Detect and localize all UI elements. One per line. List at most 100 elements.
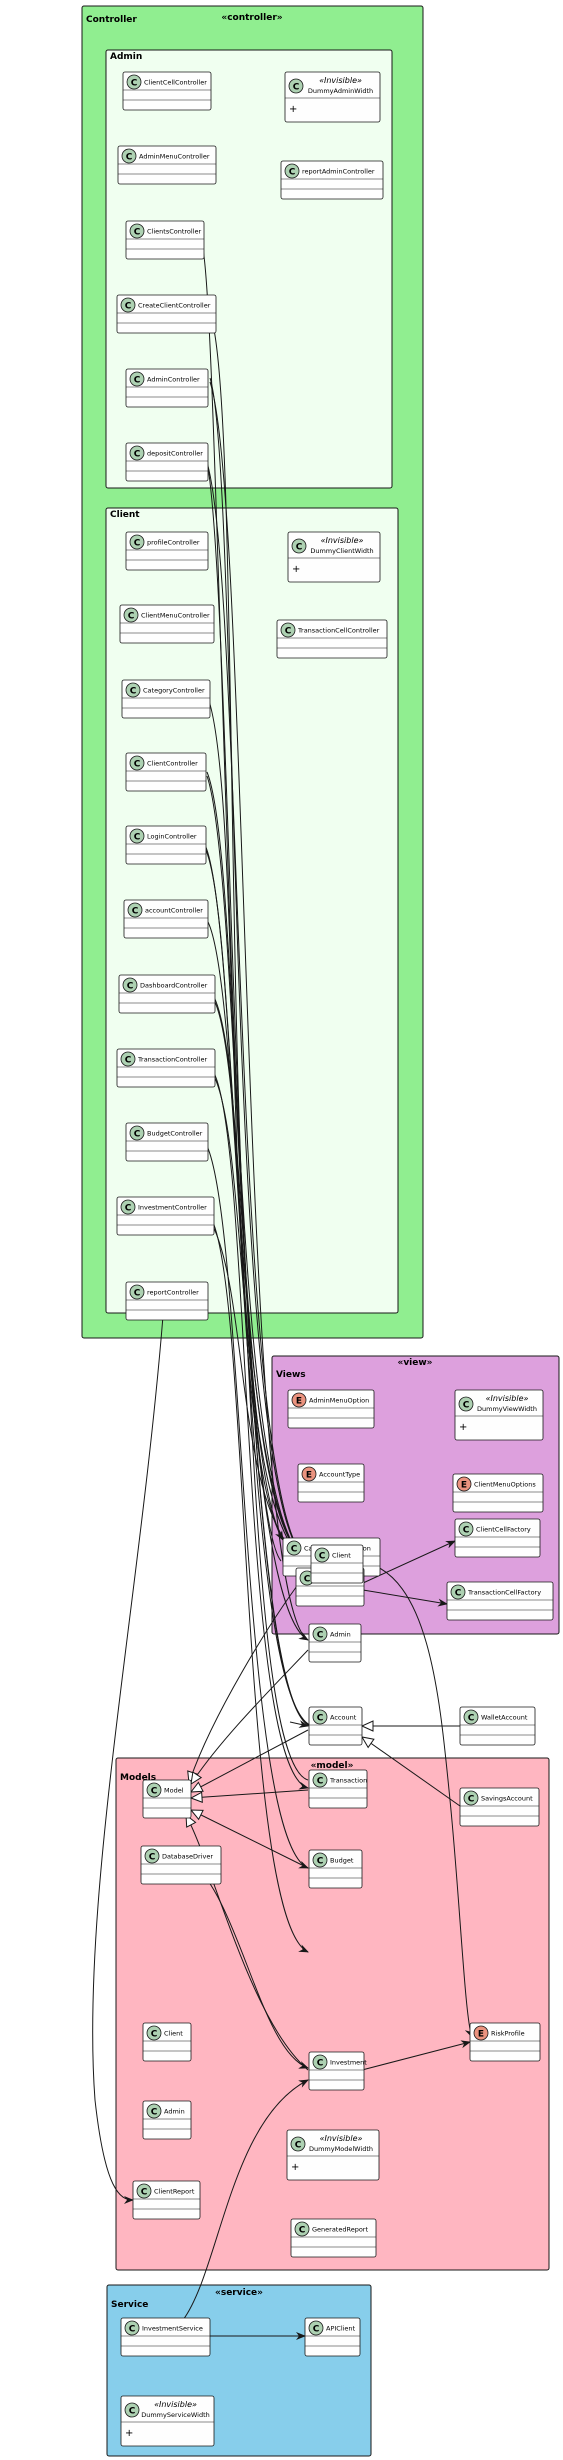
badge-letter: C: [317, 1857, 324, 1867]
class-member: +: [289, 104, 297, 115]
class-name: AdminMenuOption: [309, 1397, 369, 1405]
class-account-type[interactable]: E AccountType: [297, 1463, 365, 1503]
badge-letter: E: [306, 1471, 312, 1481]
class-member: +: [292, 564, 300, 575]
class-clients-controller[interactable]: C ClientsController: [125, 220, 205, 260]
controller-package-stereotype: «controller»: [221, 13, 282, 23]
class-name: Model: [164, 1787, 184, 1795]
badge-letter: C: [134, 376, 141, 386]
badge-letter: C: [134, 760, 141, 770]
class-generated-report[interactable]: C GeneratedReport: [290, 2218, 377, 2258]
class-budget[interactable]: C Budget: [308, 1849, 363, 1889]
class-report-admin-controller[interactable]: CreportAdminController: [280, 160, 384, 200]
class-name: InvestmentController: [138, 1204, 207, 1212]
class-stereotype: «Invisible»: [321, 536, 364, 545]
class-create-client-controller[interactable]: C CreateClientController: [116, 294, 217, 334]
class-model[interactable]: C Model: [142, 1779, 192, 1819]
class-name: Admin: [164, 2108, 185, 2116]
class-deposit-controller[interactable]: CdepositController: [125, 442, 209, 482]
admin-subpackage-title: Admin: [110, 52, 142, 62]
badge-letter: C: [455, 1589, 462, 1599]
class-login-controller[interactable]: C LoginController: [125, 825, 207, 865]
class-wallet-account[interactable]: C WalletAccount: [459, 1706, 536, 1746]
class-admin-controller[interactable]: C AdminController: [125, 368, 209, 408]
class-name: Transaction: [329, 1777, 367, 1785]
class-investment-service[interactable]: C InvestmentService: [120, 2317, 211, 2357]
class-name: DatabaseDriver: [162, 1853, 213, 1861]
badge-letter: C: [134, 539, 141, 549]
badge-letter: C: [134, 833, 141, 843]
class-account[interactable]: C Account: [308, 1706, 363, 1746]
class-admin-menu-option[interactable]: E AdminMenuOption: [287, 1389, 375, 1429]
class-dummy-client-width[interactable]: C «Invisible» DummyClientWidth +: [287, 531, 381, 583]
class-transaction-controller[interactable]: C TransactionController: [116, 1048, 216, 1088]
class-investment-controller[interactable]: C InvestmentController: [116, 1196, 215, 1236]
class-name: TransactionCellFactory: [467, 1589, 541, 1597]
class-name: AccountType: [319, 1471, 360, 1479]
class-name: GeneratedReport: [312, 2226, 368, 2234]
view-package-stereotype: «view»: [398, 1358, 433, 1368]
class-savings-account[interactable]: C SavingsAccount: [459, 1787, 540, 1827]
class-category-controller[interactable]: C CategoryController: [121, 679, 211, 719]
class-admin-model[interactable]: C Admin: [142, 2100, 192, 2140]
badge-letter: C: [293, 83, 300, 93]
badge-letter: C: [304, 1575, 311, 1585]
class-admin-top[interactable]: C Admin: [308, 1623, 362, 1663]
class-client-menu-options[interactable]: E ClientMenuOptions: [452, 1473, 544, 1513]
class-dashboard-controller[interactable]: C DashboardController: [118, 974, 216, 1014]
class-database-driver[interactable]: C DatabaseDriver: [140, 1845, 222, 1885]
class-member: +: [459, 1422, 467, 1433]
class-name: CreateClientController: [138, 302, 211, 310]
class-api-client[interactable]: C APIClient: [304, 2317, 361, 2357]
class-transaction-cell-factory[interactable]: C TransactionCellFactory: [446, 1581, 554, 1621]
badge-letter: C: [125, 302, 132, 312]
class-account-controller[interactable]: CaccountController: [123, 899, 209, 939]
class-name: Client: [164, 2030, 183, 2038]
class-budget-controller[interactable]: C BudgetController: [125, 1122, 209, 1162]
class-dummy-model-width[interactable]: C «Invisible» DummyModelWidth +: [286, 2129, 380, 2181]
class-profile-controller[interactable]: CprofileController: [125, 531, 209, 571]
class-name: Client: [332, 1552, 351, 1560]
badge-letter: C: [134, 1289, 141, 1299]
class-transaction-cell-controller[interactable]: C TransactionCellController: [276, 619, 388, 659]
class-name: ClientCellController: [144, 79, 207, 87]
badge-letter: C: [296, 543, 303, 553]
model-package-stereotype: «model»: [311, 1761, 354, 1771]
class-name: AdminController: [147, 376, 200, 384]
class-client-cell-controller[interactable]: C ClientCellController: [122, 71, 212, 111]
class-stereotype: «Invisible»: [320, 2134, 363, 2143]
view-package-title: Views: [276, 1370, 306, 1380]
class-name: DummyServiceWidth: [141, 2411, 210, 2419]
badge-letter: C: [126, 153, 133, 163]
class-name: APIClient: [326, 2325, 356, 2333]
class-name: ClientMenuController: [141, 612, 210, 620]
badge-letter: C: [151, 2108, 158, 2118]
class-name: InvestmentService: [142, 2325, 203, 2333]
badge-letter: C: [151, 1787, 158, 1797]
class-transaction[interactable]: C Transaction: [308, 1769, 368, 1809]
class-dummy-view-width[interactable]: C «Invisible» DummyViewWidth +: [454, 1389, 544, 1441]
class-investment[interactable]: C Investment: [308, 2051, 367, 2091]
class-dummy-service-width[interactable]: C «Invisible» DummyServiceWidth +: [120, 2395, 215, 2447]
service-package-stereotype: «service»: [215, 2288, 263, 2298]
badge-letter: E: [478, 2030, 484, 2040]
class-dummy-admin-width[interactable]: C «Invisible» DummyAdminWidth +: [284, 71, 381, 123]
badge-letter: C: [131, 79, 138, 89]
class-client-cell-factory[interactable]: C ClientCellFactory: [454, 1518, 541, 1558]
class-member: +: [125, 2428, 133, 2439]
class-name: DummyModelWidth: [309, 2145, 373, 2153]
class-client-menu-controller[interactable]: C ClientMenuController: [119, 604, 215, 644]
class-client-controller[interactable]: C ClientController: [125, 752, 207, 792]
class-name: DummyClientWidth: [310, 547, 373, 555]
class-admin-menu-controller[interactable]: C AdminMenuController: [117, 145, 217, 185]
class-risk-profile[interactable]: E RiskProfile: [469, 2022, 541, 2062]
class-report-controller[interactable]: CreportController: [125, 1281, 209, 1321]
badge-letter: C: [295, 2141, 302, 2151]
class-client-report[interactable]: C ClientReport: [132, 2180, 201, 2220]
badge-letter: C: [319, 1552, 326, 1562]
class-client-top[interactable]: C Client: [310, 1544, 364, 1584]
class-stereotype: «Invisible»: [319, 76, 362, 85]
class-name: DashboardController: [140, 982, 208, 990]
badge-letter: C: [129, 2325, 136, 2335]
class-client-model[interactable]: C Client: [142, 2022, 192, 2062]
